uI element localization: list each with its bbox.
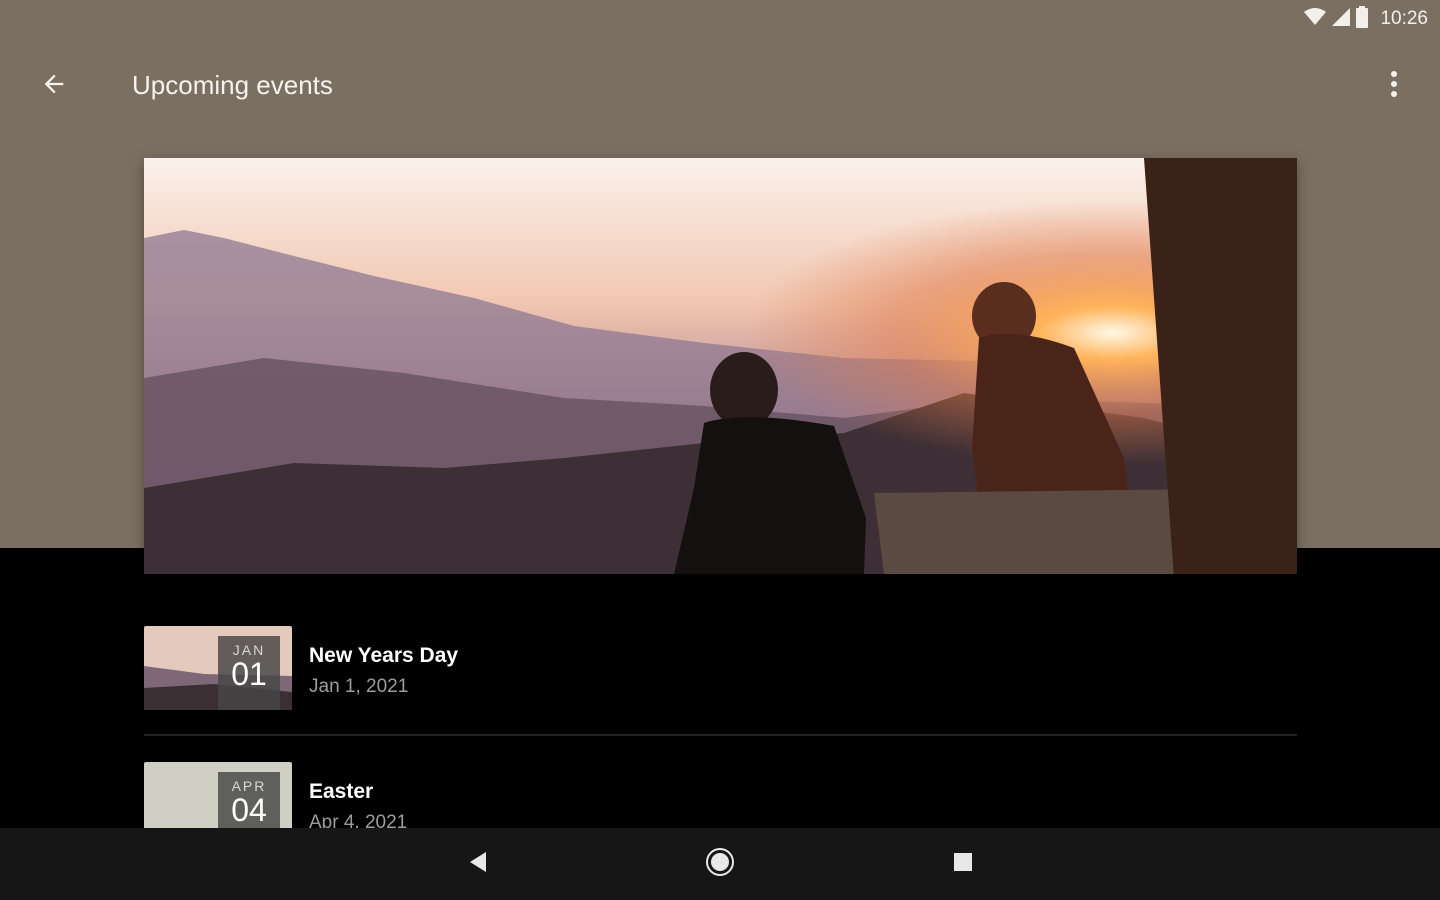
nav-home-icon: [705, 847, 735, 882]
battery-icon: [1356, 5, 1369, 33]
date-badge: JAN 01: [218, 636, 280, 710]
event-name: Easter: [309, 780, 374, 803]
event-name: New Years Day: [309, 644, 459, 667]
status-bar: 10:26: [1304, 5, 1428, 33]
nav-back-button[interactable]: [456, 844, 500, 884]
arrow-left-icon: [40, 70, 68, 103]
nav-home-button[interactable]: [698, 844, 742, 884]
more-vert-icon: [1390, 70, 1398, 103]
wifi-icon: [1304, 7, 1327, 31]
app-toolbar: Upcoming events: [0, 56, 1440, 116]
status-time: 10:26: [1380, 8, 1428, 29]
back-button[interactable]: [32, 64, 76, 108]
nav-recents-button[interactable]: [941, 844, 985, 884]
nav-back-icon: [468, 851, 488, 878]
cell-signal-icon: [1332, 7, 1351, 31]
system-navigation-bar: [0, 828, 1440, 900]
event-date: Jan 1, 2021: [309, 676, 409, 697]
overflow-menu-button[interactable]: [1372, 64, 1416, 108]
badge-day: 04: [231, 792, 267, 828]
nav-recents-icon: [953, 852, 973, 877]
event-item[interactable]: JAN 01 New Years Day Jan 1, 2021: [144, 600, 1297, 734]
page-title: Upcoming events: [132, 70, 333, 100]
featured-event-image[interactable]: [144, 158, 1297, 574]
badge-day: 01: [231, 656, 267, 692]
event-thumbnail: JAN 01: [144, 626, 292, 710]
